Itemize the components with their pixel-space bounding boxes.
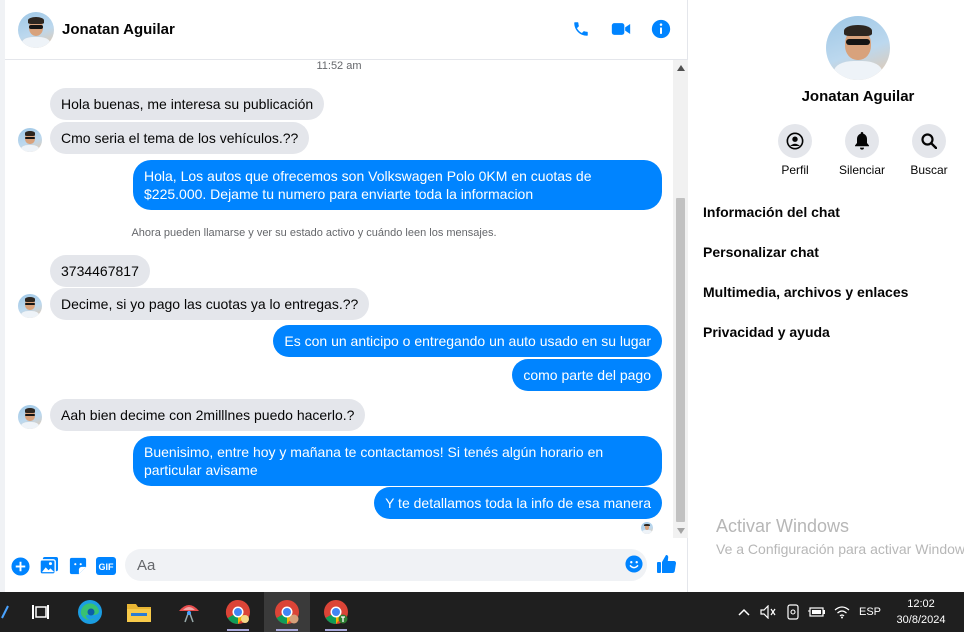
scroll-up-arrow-icon[interactable] (673, 60, 688, 75)
video-icon[interactable] (610, 18, 632, 40)
message-list: 11:52 am Hola buenas, me interesa su pub… (5, 60, 673, 540)
chrome-icon[interactable] (215, 592, 261, 632)
menu-item-privacy-help[interactable]: Privacidad y ayuda (703, 323, 908, 363)
message-outgoing[interactable]: Hola, Los autos que ofrecemos son Volksw… (133, 160, 662, 210)
clock-date: 30/8/2024 (896, 614, 946, 626)
message-incoming[interactable]: 3734467817 (50, 255, 150, 287)
sender-avatar (18, 128, 42, 152)
messenger-window: Jonatan Aguilar 11:52 am Hola buenas, me… (0, 0, 964, 632)
mute-button[interactable]: Silenciar (838, 124, 886, 177)
gif-icon[interactable]: GIF (96, 556, 116, 576)
language-label: ESP (858, 606, 881, 618)
chrome-profile-t-icon[interactable] (313, 592, 359, 632)
sender-avatar (18, 405, 42, 429)
contact-profile-name: Jonatan Aguilar (801, 88, 915, 105)
message-timestamp: 11:52 am (316, 60, 362, 72)
message-input[interactable] (137, 549, 597, 581)
activate-windows-title: Activar Windows (716, 516, 850, 536)
file-explorer-icon[interactable] (116, 592, 162, 632)
profile-actions: Perfil Silenciar Buscar (775, 124, 949, 177)
message-outgoing[interactable]: Es con un anticipo o entregando un auto … (273, 325, 662, 357)
search-icon[interactable] (912, 124, 946, 158)
chat-header: Jonatan Aguilar (5, 0, 688, 60)
message-outgoing[interactable]: Y te detallamos toda la info de esa mane… (374, 487, 662, 519)
system-clock[interactable]: 12:02 30/8/2024 (888, 596, 954, 628)
message-incoming[interactable]: Decime, si yo pago las cuotas ya lo entr… (50, 288, 370, 320)
activate-windows-subtitle: Ve a Configuración para activar Windows. (716, 541, 964, 557)
chevron-up-icon[interactable] (735, 592, 753, 632)
header-actions (570, 18, 672, 40)
message-input-container (125, 549, 647, 581)
sticker-icon[interactable] (68, 556, 88, 576)
scrollbar-thumb[interactable] (676, 198, 685, 522)
info-icon[interactable] (650, 18, 672, 40)
gif-label: GIF (99, 562, 115, 572)
message-outgoing[interactable]: Buenisimo, entre hoy y mañana te contact… (133, 436, 662, 486)
info-menu: Información del chat Personalizar chat M… (703, 203, 908, 363)
message-incoming[interactable]: Hola buenas, me interesa su publicación (50, 88, 325, 120)
menu-item-customize-chat[interactable]: Personalizar chat (703, 243, 908, 283)
language-indicator[interactable]: ESP (856, 592, 884, 632)
sender-avatar (18, 294, 42, 318)
seen-indicator-avatar (641, 522, 653, 534)
clock-time: 12:02 (907, 598, 935, 610)
volume-muted-icon[interactable] (758, 592, 778, 632)
mute-label: Silenciar (838, 163, 886, 177)
menu-item-chat-info[interactable]: Información del chat (703, 203, 908, 243)
profile-label: Perfil (781, 163, 809, 177)
edge-icon[interactable] (67, 592, 113, 632)
task-view-icon[interactable] (17, 592, 63, 632)
menu-item-media-files-links[interactable]: Multimedia, archivos y enlaces (703, 283, 908, 323)
plus-icon[interactable] (10, 556, 30, 576)
image-icon[interactable] (39, 556, 59, 576)
thumbs-up-icon[interactable] (657, 554, 677, 574)
chat-info-panel: Jonatan Aguilar Perfil Silenciar Buscar (689, 0, 964, 592)
system-note: Ahora pueden llamarse y ver su estado ac… (131, 227, 497, 239)
message-composer: GIF (5, 540, 688, 592)
search-button[interactable]: Buscar (909, 124, 949, 177)
wifi-icon[interactable] (832, 592, 852, 632)
device-icon[interactable] (783, 592, 803, 632)
message-scrollbar[interactable] (673, 60, 688, 538)
profile-button[interactable]: Perfil (775, 124, 815, 177)
app-icon[interactable] (166, 592, 212, 632)
chrome-profile-icon[interactable] (264, 592, 310, 632)
start-edge (0, 592, 10, 632)
scroll-down-arrow-icon[interactable] (673, 523, 688, 538)
profile-icon[interactable] (778, 124, 812, 158)
battery-icon[interactable] (807, 592, 827, 632)
message-outgoing[interactable]: como parte del pago (512, 359, 662, 391)
search-label: Buscar (910, 163, 948, 177)
contact-name[interactable]: Jonatan Aguilar (62, 21, 175, 38)
emoji-icon[interactable] (625, 555, 645, 575)
phone-icon[interactable] (570, 18, 592, 40)
message-incoming[interactable]: Aah bien decime con 2milllnes puedo hace… (50, 399, 366, 431)
windows-taskbar: ESP 12:02 30/8/2024 (0, 592, 964, 632)
chat-panel: Jonatan Aguilar 11:52 am Hola buenas, me… (5, 0, 688, 592)
contact-avatar[interactable] (18, 12, 54, 48)
bell-icon[interactable] (845, 124, 879, 158)
contact-profile-avatar[interactable] (826, 16, 890, 80)
message-incoming[interactable]: Cmo seria el tema de los vehículos.?? (50, 122, 310, 154)
